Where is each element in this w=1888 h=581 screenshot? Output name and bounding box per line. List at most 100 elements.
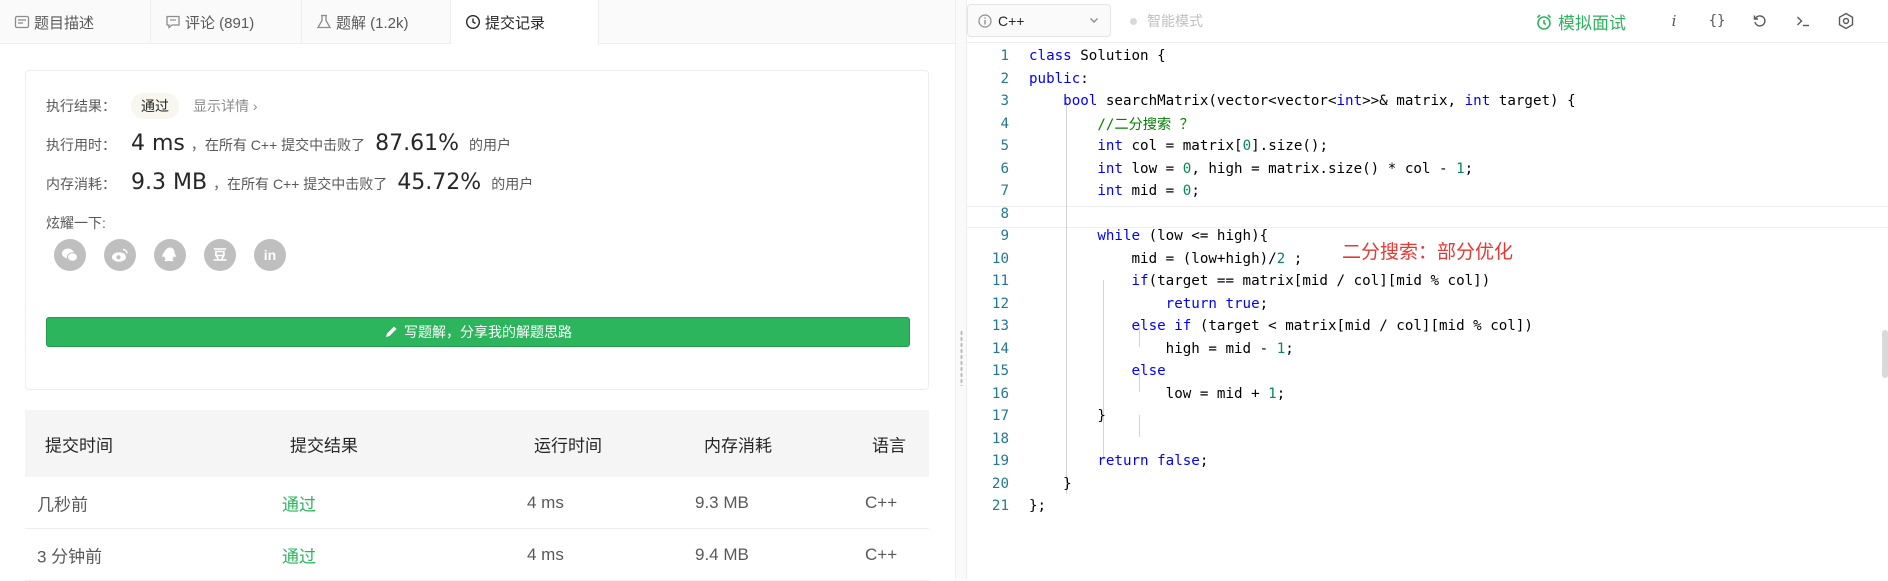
runtime-tail: 的用户 — [469, 137, 512, 153]
terminal-icon[interactable] — [1793, 11, 1813, 31]
table-row[interactable]: 几秒前 通过 4 ms 9.3 MB C++ — [25, 477, 929, 529]
info-icon[interactable]: i — [1664, 11, 1684, 31]
code-line[interactable]: 5 int col = matrix[0].size(); — [967, 135, 1888, 158]
line-number: 6 — [1000, 160, 1009, 177]
code-text: public: — [1029, 70, 1089, 87]
table-header: 提交时间 提交结果 运行时间 内存消耗 语言 — [25, 410, 929, 477]
language-select[interactable]: C++ — [967, 4, 1111, 37]
chevron-down-icon — [1090, 18, 1098, 23]
runtime-value: 4 ms — [131, 131, 185, 156]
cell-result[interactable]: 通过 — [282, 542, 316, 567]
tab-comments[interactable]: 评论 (891) — [151, 0, 302, 44]
code-line[interactable]: 8 — [967, 203, 1888, 226]
code-line[interactable]: 1 class Solution { — [967, 45, 1888, 68]
memory-tail: 的用户 — [491, 176, 534, 192]
code-line[interactable]: 15 else — [967, 360, 1888, 383]
line-number: 19 — [991, 453, 1009, 470]
runtime-row: 执行用时： 4 ms ，在所有 C++ 提交中击败了 87.61% 的用户 — [46, 131, 511, 156]
tab-label: 评论 (891) — [185, 14, 255, 32]
code-line[interactable]: 6 int low = 0, high = matrix.size() * co… — [967, 158, 1888, 181]
code-line[interactable]: 19 return false; — [967, 450, 1888, 473]
line-number: 16 — [991, 385, 1009, 402]
memory-row: 内存消耗： 9.3 MB ，在所有 C++ 提交中击败了 45.72% 的用户 — [46, 170, 533, 195]
line-number: 7 — [1000, 183, 1009, 200]
write-solution-button[interactable]: 写题解，分享我的解题思路 — [46, 317, 910, 347]
runtime-label: 执行用时： — [46, 137, 116, 153]
code-line[interactable]: 16 low = mid + 1; — [967, 383, 1888, 406]
code-line[interactable]: 2 public: — [967, 68, 1888, 91]
code-line[interactable]: 3 bool searchMatrix(vector<vector<int>>&… — [967, 90, 1888, 113]
line-number: 14 — [991, 340, 1009, 357]
code-text: while (low <= high){ — [1097, 228, 1269, 245]
settings-icon[interactable] — [1836, 11, 1856, 31]
line-number: 1 — [1000, 48, 1009, 65]
tab-label: 题解 (1.2k) — [336, 14, 409, 32]
alarm-clock-icon — [1536, 13, 1552, 30]
editor-toolbar: C++ 智能模式 模拟面试 i {} — [967, 0, 1888, 43]
tab-label: 题目描述 — [34, 14, 95, 32]
code-line[interactable]: 20 } — [967, 473, 1888, 496]
cell-time: 3 分钟前 — [37, 547, 103, 566]
cell-runtime: 4 ms — [527, 492, 564, 512]
code-line[interactable]: 18 — [967, 428, 1888, 451]
line-number: 17 — [991, 408, 1009, 425]
tab-bar: 题目描述 评论 (891) 题解 (1.2k) 提交记录 — [0, 0, 955, 45]
code-line[interactable]: 13 else if (target < matrix[mid / col][m… — [967, 315, 1888, 338]
mock-interview-button[interactable]: 模拟面试 — [1535, 9, 1626, 34]
right-panel: C++ 智能模式 模拟面试 i {} 二分搜索：部分优化 1 class Sol… — [967, 0, 1888, 579]
memory-mid: ，在所有 C++ 提交中击败了 — [213, 176, 388, 192]
code-line[interactable]: 9 while (low <= high){ — [967, 225, 1888, 248]
result-row: 执行结果： 通过 显示详情 › — [46, 93, 258, 119]
wechat-icon[interactable] — [54, 239, 86, 271]
code-line[interactable]: 17 } — [967, 405, 1888, 428]
clock-icon — [465, 14, 481, 30]
code-line[interactable]: 11 if(target == matrix[mid / col][mid % … — [967, 270, 1888, 293]
cell-runtime: 4 ms — [527, 544, 564, 564]
line-number: 20 — [991, 475, 1009, 492]
line-number: 4 — [1000, 115, 1009, 132]
code-line[interactable]: 12 return true; — [967, 293, 1888, 316]
info-circle-icon — [978, 13, 992, 28]
line-number: 15 — [991, 363, 1009, 380]
code-text: int col = matrix[0].size(); — [1097, 138, 1328, 155]
code-text: }; — [1029, 498, 1047, 515]
reset-icon[interactable] — [1750, 11, 1770, 31]
line-number: 10 — [991, 250, 1009, 267]
code-text: return true; — [1165, 295, 1269, 312]
pencil-icon — [386, 326, 397, 337]
braces-glyph: {} — [1708, 13, 1726, 29]
mock-interview-label: 模拟面试 — [1558, 14, 1626, 33]
cell-memory: 9.3 MB — [695, 492, 749, 512]
code-text: else — [1131, 363, 1166, 380]
show-details-link[interactable]: 显示详情 › — [193, 96, 258, 116]
cell-time: 几秒前 — [37, 495, 88, 514]
code-editor[interactable]: 二分搜索：部分优化 1 class Solution {2 public: 3 boo… — [967, 44, 1888, 579]
line-number: 11 — [991, 273, 1009, 290]
cell-language: C++ — [865, 544, 898, 564]
flask-icon — [316, 14, 332, 29]
cell-result[interactable]: 通过 — [282, 490, 316, 515]
tab-submissions[interactable]: 提交记录 — [451, 0, 599, 45]
panel-splitter[interactable] — [955, 0, 967, 579]
info-glyph: i — [1671, 12, 1677, 30]
code-text: bool searchMatrix(vector<vector<int>>& m… — [1063, 93, 1576, 110]
weibo-icon[interactable] — [104, 239, 136, 271]
code-line[interactable]: 10 mid = (low+high)/2 ; — [967, 248, 1888, 271]
smart-mode-toggle[interactable]: 智能模式 — [1130, 11, 1203, 31]
tab-description[interactable]: 题目描述 — [0, 0, 151, 44]
share-label: 炫耀一下: — [46, 215, 106, 231]
line-number: 18 — [991, 430, 1009, 447]
braces-icon[interactable]: {} — [1707, 11, 1727, 31]
code-line[interactable]: 7 int mid = 0; — [967, 180, 1888, 203]
qq-icon[interactable] — [154, 239, 186, 271]
code-line[interactable]: 4 //二分搜索 ？ — [967, 113, 1888, 136]
code-text: else if (target < matrix[mid / col][mid … — [1131, 318, 1533, 335]
code-line[interactable]: 14 high = mid - 1; — [967, 338, 1888, 361]
table-row[interactable]: 3 分钟前 通过 4 ms 9.4 MB C++ — [25, 529, 929, 581]
linkedin-icon[interactable]: in — [254, 239, 286, 271]
tab-solutions[interactable]: 题解 (1.2k) — [302, 0, 451, 44]
drag-handle-icon[interactable] — [960, 330, 963, 386]
code-line[interactable]: 21}; — [967, 495, 1888, 518]
language-value: C++ — [998, 12, 1025, 29]
douban-icon[interactable]: 豆 — [204, 239, 236, 271]
